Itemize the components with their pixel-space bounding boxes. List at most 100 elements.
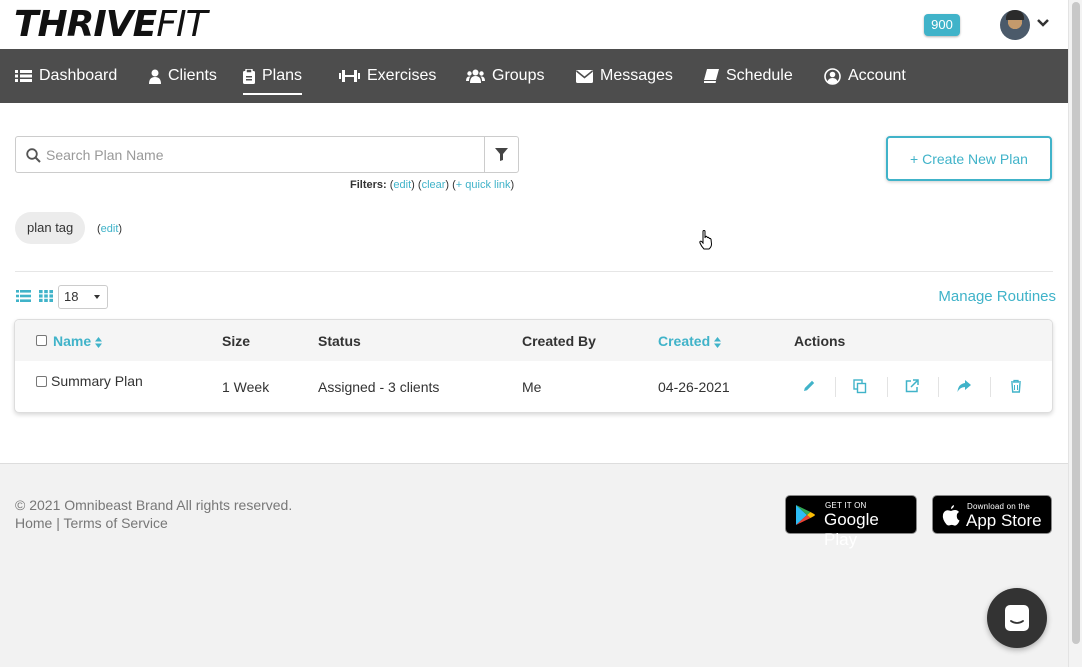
footer: © 2021 Omnibeast Brand All rights reserv… (0, 463, 1068, 667)
nav-item-clients[interactable]: Clients (149, 49, 217, 103)
nav-item-exercises[interactable]: Exercises (339, 49, 436, 103)
chat-launcher-button[interactable] (987, 588, 1047, 648)
users-icon (466, 69, 485, 83)
filters-clear-link[interactable]: clear (422, 179, 446, 191)
grid-view-icon[interactable] (39, 290, 53, 302)
plans-table: Name Size Status Created By Created Acti… (14, 319, 1053, 413)
plan-status: Assigned - 3 clients (318, 379, 440, 395)
nav-item-dashboard[interactable]: Dashboard (15, 49, 117, 103)
tag-edit: (edit) (97, 223, 123, 235)
list-view-icon[interactable] (16, 290, 31, 302)
nav-label-messages: Messages (600, 67, 673, 84)
search-field[interactable] (15, 136, 485, 173)
google-play-icon (796, 505, 815, 525)
create-new-plan-button[interactable]: + Create New Plan (886, 136, 1052, 181)
nav-label-account: Account (848, 67, 906, 84)
avatar[interactable] (1000, 10, 1030, 40)
book-icon (704, 69, 719, 83)
sort-icon (95, 336, 103, 348)
tag-pill[interactable]: plan tag (15, 212, 86, 244)
nav-label-groups: Groups (492, 67, 545, 84)
nav-item-messages[interactable]: Messages (576, 49, 673, 103)
share-icon[interactable] (956, 378, 972, 394)
action-divider (990, 377, 991, 397)
logo-text-bold: THRIVE (14, 4, 157, 45)
column-label-created: Created (658, 333, 711, 349)
nav-label-clients: Clients (168, 67, 217, 84)
filters-label: Filters: (350, 179, 387, 191)
column-header-actions: Actions (794, 333, 846, 349)
column-header-status: Status (318, 333, 361, 349)
filter-icon (495, 148, 508, 161)
apple-icon (942, 505, 960, 526)
chevron-down-icon[interactable] (1036, 16, 1050, 30)
list-icon (15, 70, 32, 82)
footer-terms-link[interactable]: Terms of Service (64, 515, 168, 531)
pencil-icon[interactable] (801, 378, 817, 394)
nav-item-plans[interactable]: Plans (243, 49, 303, 103)
action-divider (835, 377, 836, 397)
nav-item-account[interactable]: Account (824, 49, 906, 103)
hand-cursor-icon (699, 230, 713, 250)
nav-label-exercises: Exercises (367, 67, 437, 84)
plan-created-date: 04-26-2021 (658, 379, 730, 395)
user-icon (149, 69, 161, 84)
app-store-small-text: Download on the (967, 502, 1031, 511)
nav-label-dashboard: Dashboard (39, 67, 118, 84)
dumbbell-icon (339, 70, 360, 82)
action-divider (938, 377, 939, 397)
app-store-badge[interactable]: Download on the App Store (932, 495, 1052, 534)
main-nav: Dashboard Clients Plans Exercises Groups… (0, 49, 1068, 103)
nav-item-groups[interactable]: Groups (466, 49, 544, 103)
column-header-name[interactable]: Name (53, 333, 103, 349)
per-page-value: 18 (64, 289, 79, 304)
sort-icon (714, 336, 722, 348)
copyright-text: © 2021 Omnibeast Brand All rights reserv… (15, 497, 293, 513)
footer-link-separator: | (56, 515, 60, 531)
chat-icon (1005, 605, 1029, 631)
plan-name[interactable]: Summary Plan (51, 373, 143, 389)
nav-label-plans: Plans (262, 67, 303, 84)
tag-edit-link[interactable]: edit (101, 223, 119, 235)
filter-button[interactable] (484, 136, 519, 173)
google-play-badge[interactable]: GET IT ON Google Play (785, 495, 917, 549)
nav-label-schedule: Schedule (726, 67, 793, 84)
action-divider (887, 377, 888, 397)
points-badge[interactable]: 900 (924, 14, 960, 36)
copy-icon[interactable] (852, 378, 868, 394)
filters-edit-link[interactable]: edit (393, 179, 411, 191)
user-circle-icon (824, 67, 841, 85)
external-link-icon[interactable] (904, 378, 920, 394)
google-play-small-text: GET IT ON (825, 501, 867, 510)
top-header: THRIVEFIT 900 (0, 0, 1068, 49)
scrollbar-thumb[interactable] (1072, 2, 1080, 644)
logo-text-light: FIT (156, 4, 207, 45)
column-header-created[interactable]: Created (658, 333, 722, 349)
section-divider (15, 271, 1053, 272)
footer-home-link[interactable]: Home (15, 515, 52, 531)
plan-size: 1 Week (222, 379, 270, 395)
page-scrollbar[interactable] (1068, 0, 1082, 667)
filters-line: Filters: (edit) (clear) (+ quick link) (350, 179, 515, 191)
clipboard-icon (243, 68, 255, 84)
thrivefit-logo[interactable]: THRIVEFIT (14, 4, 208, 46)
nav-item-schedule[interactable]: Schedule (704, 49, 793, 103)
footer-links: Home | Terms of Service (15, 515, 168, 531)
search-icon (26, 148, 41, 163)
search-input[interactable] (46, 137, 476, 172)
filters-quick-link[interactable]: + quick link (456, 179, 511, 191)
app-store-big-text: App Store (966, 511, 1042, 530)
caret-down-icon (94, 295, 100, 299)
table-header: Name Size Status Created By Created Acti… (15, 320, 1052, 361)
column-header-created-by: Created By (522, 333, 596, 349)
trash-icon[interactable] (1008, 378, 1024, 394)
per-page-select[interactable]: 18 (58, 285, 108, 309)
envelope-icon (576, 69, 593, 83)
column-label-name: Name (53, 333, 92, 349)
row-checkbox[interactable] (36, 376, 47, 387)
column-header-size: Size (222, 333, 251, 349)
plan-created-by: Me (522, 379, 542, 395)
select-all-checkbox[interactable] (36, 335, 47, 346)
google-play-big-text: Google Play (824, 510, 879, 549)
manage-routines-link[interactable]: Manage Routines (938, 288, 1056, 305)
